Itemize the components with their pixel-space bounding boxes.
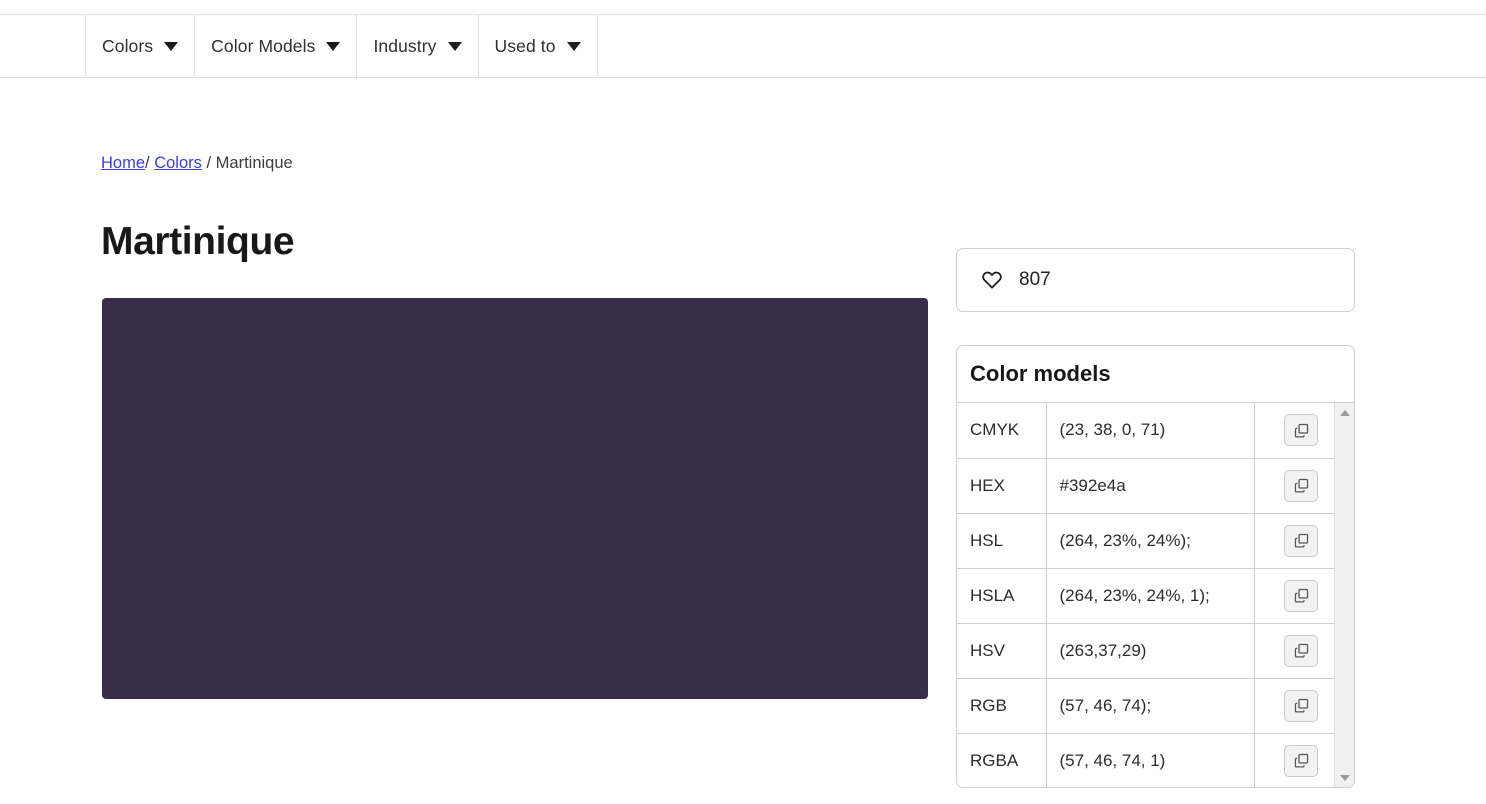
table-row: HSL (264, 23%, 24%); [957, 513, 1335, 568]
color-models-card: Color models CMYK (23, 38, 0, 71) [956, 345, 1355, 788]
scroll-down-icon[interactable] [1340, 775, 1350, 781]
model-copy-cell [1254, 568, 1335, 623]
color-models-scroll-area: CMYK (23, 38, 0, 71) HEX [957, 403, 1354, 788]
model-label: RGB [957, 678, 1046, 733]
table-scrollbar[interactable] [1334, 403, 1354, 788]
copy-icon [1293, 587, 1310, 604]
breadcrumb-separator-1: / [145, 154, 150, 172]
page-title: Martinique [101, 220, 294, 264]
model-copy-cell [1254, 623, 1335, 678]
table-row: HSLA (264, 23%, 24%, 1); [957, 568, 1335, 623]
copy-button[interactable] [1284, 525, 1318, 557]
nav-item-industry-label: Industry [373, 36, 436, 57]
chevron-down-icon [567, 42, 581, 51]
table-row: RGB (57, 46, 74); [957, 678, 1335, 733]
copy-icon [1293, 697, 1310, 714]
model-label: CMYK [957, 403, 1046, 458]
breadcrumb-link-colors[interactable]: Colors [154, 154, 202, 172]
model-copy-cell [1254, 733, 1335, 788]
scroll-up-icon[interactable] [1340, 410, 1350, 416]
chevron-down-icon [326, 42, 340, 51]
model-value: (23, 38, 0, 71) [1046, 403, 1254, 458]
table-row: HSV (263,37,29) [957, 623, 1335, 678]
model-value: (57, 46, 74, 1) [1046, 733, 1254, 788]
table-row: RGBA (57, 46, 74, 1) [957, 733, 1335, 788]
model-copy-cell [1254, 513, 1335, 568]
copy-icon [1293, 477, 1310, 494]
heart-icon [981, 269, 1003, 291]
model-label: HEX [957, 458, 1046, 513]
nav-left-spacer [0, 15, 86, 77]
color-models-title: Color models [957, 346, 1354, 403]
model-value: (57, 46, 74); [1046, 678, 1254, 733]
breadcrumb: Home/ Colors / Martinique [101, 154, 293, 173]
likes-card[interactable]: 807 [956, 248, 1355, 312]
copy-button[interactable] [1284, 580, 1318, 612]
copy-button[interactable] [1284, 745, 1318, 777]
nav-item-colors-label: Colors [102, 36, 153, 57]
model-label: HSV [957, 623, 1046, 678]
likes-count: 807 [1019, 269, 1051, 291]
model-label: RGBA [957, 733, 1046, 788]
table-row: HEX #392e4a [957, 458, 1335, 513]
nav-item-used-to-label: Used to [495, 36, 556, 57]
main-navigation: Colors Color Models Industry Used to [0, 14, 1486, 78]
nav-item-used-to[interactable]: Used to [479, 15, 598, 77]
nav-item-colors[interactable]: Colors [86, 15, 195, 77]
copy-icon [1293, 752, 1310, 769]
color-swatch [102, 298, 928, 699]
nav-item-industry[interactable]: Industry [357, 15, 478, 77]
model-copy-cell [1254, 403, 1335, 458]
copy-button[interactable] [1284, 635, 1318, 667]
model-value: #392e4a [1046, 458, 1254, 513]
copy-icon [1293, 532, 1310, 549]
copy-button[interactable] [1284, 470, 1318, 502]
copy-button[interactable] [1284, 414, 1318, 446]
nav-item-color-models[interactable]: Color Models [195, 15, 357, 77]
copy-button[interactable] [1284, 690, 1318, 722]
model-copy-cell [1254, 458, 1335, 513]
nav-item-color-models-label: Color Models [211, 36, 315, 57]
breadcrumb-link-home[interactable]: Home [101, 154, 145, 172]
model-label: HSLA [957, 568, 1046, 623]
model-value: (264, 23%, 24%, 1); [1046, 568, 1254, 623]
model-copy-cell [1254, 678, 1335, 733]
model-value: (263,37,29) [1046, 623, 1254, 678]
model-value: (264, 23%, 24%); [1046, 513, 1254, 568]
breadcrumb-separator-2: / [206, 154, 211, 172]
chevron-down-icon [164, 42, 178, 51]
model-label: HSL [957, 513, 1046, 568]
color-models-table: CMYK (23, 38, 0, 71) HEX [957, 403, 1336, 788]
chevron-down-icon [448, 42, 462, 51]
copy-icon [1293, 642, 1310, 659]
breadcrumb-current: Martinique [216, 154, 293, 172]
table-row: CMYK (23, 38, 0, 71) [957, 403, 1335, 458]
copy-icon [1293, 422, 1310, 439]
